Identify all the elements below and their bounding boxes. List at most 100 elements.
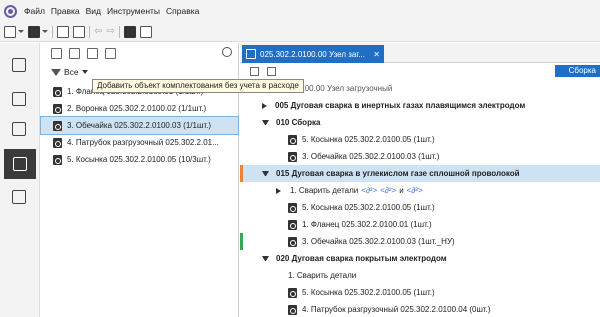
collapse-icon[interactable] <box>262 171 269 176</box>
open-folder-icon[interactable] <box>28 25 40 38</box>
document-tabbar: 025.302.2.0100.00 Узел заг... ✕ <box>240 43 600 63</box>
menu-file[interactable]: Файл <box>24 6 45 16</box>
main-toolbar: ⇦ ⇨ <box>0 22 600 42</box>
tree-row-part[interactable]: 5. Косынка 025.302.2.0100.05 (1шт.) <box>240 131 600 148</box>
part-icon <box>288 287 297 298</box>
tab-document[interactable]: 025.302.2.0100.00 Узел заг... ✕ <box>242 45 384 63</box>
part-icon <box>53 137 62 148</box>
close-icon[interactable]: ✕ <box>373 50 380 59</box>
list-item-label: 3. Обечайка 025.302.2.0100.03 (1/1шт.) <box>67 121 212 130</box>
save-icon[interactable] <box>57 25 69 38</box>
process-toolbar: Сборка <box>240 64 600 78</box>
menu-tools[interactable]: Инструменты <box>107 6 160 16</box>
filter-label: Все <box>64 67 79 77</box>
part-icon <box>53 154 62 165</box>
list-item-label: 4. Патрубок разгрузочный 025.302.2.01... <box>67 138 219 147</box>
structure-tree-icon <box>12 190 26 204</box>
expand-icon[interactable] <box>276 187 281 194</box>
part-icon <box>53 86 62 97</box>
tree-row-operation[interactable]: 010 Сборка <box>240 114 600 131</box>
add-no-consumption-icon[interactable] <box>69 47 80 59</box>
open-dropdown-icon[interactable] <box>42 30 48 33</box>
tree-row-label: 5. Косынка 025.302.2.0100.05 (1шт.) <box>302 203 435 212</box>
view-settings-icon[interactable] <box>267 66 276 76</box>
toolbar-separator <box>89 25 90 38</box>
tree-row-part[interactable]: 1. Фланец 025.302.2.0100.01 (1шт.) <box>240 216 600 233</box>
menu-edit[interactable]: Правка <box>51 6 80 16</box>
tree-row-operation[interactable]: 005 Дуговая сварка в инертных газах плав… <box>240 97 600 114</box>
sidebar-bookmark-button[interactable] <box>7 117 31 141</box>
sidebar-collapse-button[interactable] <box>7 53 31 77</box>
expand-all-icon[interactable] <box>250 66 259 76</box>
tree-row-label: 1. Фланец 025.302.2.0100.01 (1шт.) <box>302 220 432 229</box>
tree-row-label: 5. Косынка 025.302.2.0100.05 (1шт.) <box>302 288 435 297</box>
new-document-icon[interactable] <box>4 25 16 38</box>
process-tree: 025.302.2.0100.00 Узел загрузочный 005 Д… <box>240 80 600 317</box>
green-marker <box>240 233 243 250</box>
components-list: 1. Фланец 025.302.2.0100.01 (1/1шт.) 2. … <box>40 81 239 168</box>
toolbar-separator <box>52 25 53 38</box>
collapse-icon[interactable] <box>262 120 269 125</box>
tree-row-operation-selected[interactable]: 015 Дуговая сварка в углекислом газе спл… <box>240 165 600 182</box>
expand-icon[interactable] <box>262 102 267 109</box>
assembly-icon <box>13 157 27 171</box>
list-item[interactable]: 2. Воронка 025.302.2.0100.02 (1/1шт.) <box>41 100 238 117</box>
undo-icon[interactable]: ⇦ <box>94 26 102 38</box>
tree-row-label: 020 Дуговая сварка покрытым электродом <box>276 254 447 263</box>
document-icon <box>246 49 256 59</box>
sidebar-assembly-button[interactable] <box>4 149 36 179</box>
part-icon <box>288 304 297 315</box>
save-all-icon[interactable] <box>73 25 85 38</box>
sidebar-structure-button[interactable] <box>7 185 31 209</box>
part-icon <box>288 134 297 145</box>
sidebar-properties-button[interactable] <box>7 87 31 111</box>
part-icon <box>288 236 297 247</box>
part-icon <box>288 202 297 213</box>
menu-view[interactable]: Вид <box>86 6 101 16</box>
chevron-down-icon <box>81 70 88 74</box>
symbol-link[interactable]: <∂²> <box>407 186 423 195</box>
tree-row-part[interactable]: 4. Патрубок разгрузочный 025.302.2.0100.… <box>240 301 600 317</box>
part-icon <box>288 219 297 230</box>
list-item-label: 5. Косынка 025.302.2.0100.05 (10/3шт.) <box>67 155 211 164</box>
redo-icon[interactable]: ⇨ <box>106 26 114 38</box>
library-icon[interactable] <box>123 25 136 38</box>
menu-help[interactable]: Справка <box>166 6 199 16</box>
conjunction-text: и <box>399 186 404 195</box>
toolbar-separator <box>118 25 120 38</box>
part-icon <box>53 103 62 114</box>
new-dropdown-icon[interactable] <box>18 30 24 33</box>
list-item-label: 2. Воронка 025.302.2.0100.02 (1/1шт.) <box>67 104 207 113</box>
tree-row-step[interactable]: 1. Сварить детали <box>240 267 600 284</box>
tooltip: Добавить объект комплектования без учета… <box>92 79 304 93</box>
list-item[interactable]: 4. Патрубок разгрузочный 025.302.2.01... <box>41 134 238 151</box>
list-item[interactable]: 5. Косынка 025.302.2.0100.05 (10/3шт.) <box>41 151 238 168</box>
tree-row-part[interactable]: 3. Обечайка 025.302.2.0100.03 (1шт._НУ) <box>240 233 600 250</box>
filter-icon <box>51 68 61 76</box>
menu-bar: Файл Правка Вид Инструменты Справка <box>0 0 600 22</box>
properties-icon <box>12 92 26 106</box>
tree-row-operation[interactable]: 020 Дуговая сварка покрытым электродом <box>240 250 600 267</box>
symbol-link[interactable]: <∂²> <box>361 186 377 195</box>
tree-row-part[interactable]: 5. Косынка 025.302.2.0100.05 (1шт.) <box>240 199 600 216</box>
tree-row-step[interactable]: 1. Сварить детали <∂²> <∂²> и <∂²> <box>240 182 600 199</box>
tree-row-label: 005 Дуговая сварка в инертных газах плав… <box>275 101 526 110</box>
left-sidebar <box>0 43 40 317</box>
app-logo-icon <box>4 4 17 18</box>
collapse-icon[interactable] <box>262 256 269 261</box>
tab-label: 025.302.2.0100.00 Узел заг... <box>260 49 365 59</box>
tree-row-part[interactable]: 3. Обечайка 025.302.2.0100.03 (1шт.) <box>240 148 600 165</box>
add-component-icon[interactable] <box>51 47 62 59</box>
part-icon <box>288 151 297 162</box>
refresh-components-icon[interactable] <box>105 47 116 59</box>
collapse-panel-icon <box>12 58 26 72</box>
search-icon[interactable] <box>222 47 232 57</box>
tree-row-part[interactable]: 5. Косынка 025.302.2.0100.05 (1шт.) <box>240 284 600 301</box>
calendar-icon[interactable] <box>139 25 152 38</box>
add-batch-icon[interactable] <box>87 47 98 59</box>
tree-row-label: 010 Сборка <box>276 118 321 127</box>
assembly-button[interactable]: Сборка <box>554 65 600 77</box>
list-item-selected[interactable]: 3. Обечайка 025.302.2.0100.03 (1/1шт.) <box>40 116 239 135</box>
tree-row-label: 1. Сварить детали <box>290 186 359 195</box>
symbol-link[interactable]: <∂²> <box>380 186 396 195</box>
